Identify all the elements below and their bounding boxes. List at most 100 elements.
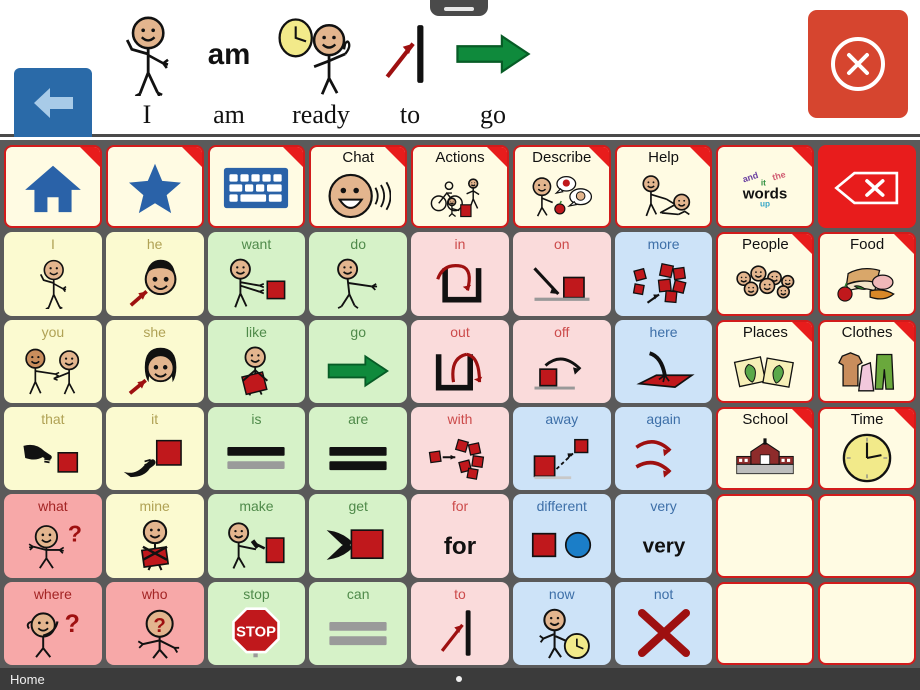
stop-sign-icon: STOP — [210, 603, 304, 663]
grid-cell-it[interactable]: it — [105, 407, 204, 491]
grid-cell-like[interactable]: like — [207, 319, 306, 403]
grid-cell-label: now — [548, 585, 575, 602]
grid-cell-is[interactable]: is — [207, 407, 306, 491]
grid-cell-who[interactable]: who ? — [105, 581, 204, 665]
sentence-display[interactable]: Iam am ready to go — [105, 4, 539, 132]
person-pointing-self-icon — [111, 10, 183, 98]
grid-cell-label: do — [350, 236, 366, 253]
svg-text:?: ? — [68, 521, 82, 547]
folder-corner-icon — [283, 147, 304, 167]
grid-cell-describe[interactable]: Describe — [512, 145, 611, 229]
grid-cell-can[interactable]: can — [309, 581, 408, 665]
grid-cell-now[interactable]: now — [512, 581, 611, 665]
grid-cell-label: Time — [850, 411, 884, 428]
grid-cell-go[interactable]: go — [309, 319, 408, 403]
close-circle-icon — [831, 37, 885, 91]
grid-cell-mine[interactable]: mine — [105, 494, 204, 578]
grid-cell-she[interactable]: she — [105, 319, 204, 403]
person-hammer-block-icon — [210, 515, 304, 575]
grid-cell-chat[interactable]: Chat — [309, 145, 408, 229]
grid-cell-very[interactable]: very very — [614, 494, 713, 578]
grid-cell-food[interactable]: Food — [818, 232, 916, 316]
grid-cell-away[interactable]: away — [512, 407, 611, 491]
equals-black-black-icon — [311, 428, 405, 488]
grid-cell-get[interactable]: get — [309, 494, 408, 578]
grid-cell-time[interactable]: Time — [818, 407, 916, 491]
green-right-arrow-icon — [311, 341, 405, 401]
grid-cell-label: very — [650, 498, 677, 515]
back-button[interactable] — [14, 68, 92, 137]
grid-cell-do[interactable]: do — [309, 232, 408, 316]
grid-cell-label: make — [239, 498, 274, 515]
grid-cell-i[interactable]: I — [4, 232, 102, 316]
grid-cell-label: you — [41, 323, 65, 340]
grid-cell-where[interactable]: where ? — [4, 581, 102, 665]
maps-icon-icon — [718, 341, 812, 401]
grid-cell-are[interactable]: are — [309, 407, 408, 491]
grid-cell-want[interactable]: want — [207, 232, 306, 316]
grid-cell-words-cloud[interactable]: and it the words up — [716, 145, 815, 229]
grid-cell-label: again — [646, 411, 681, 427]
boy-face-arrow-icon — [108, 253, 202, 313]
folder-corner-icon — [79, 147, 100, 167]
grid-cell-that[interactable]: that — [4, 407, 102, 491]
grid-cell-again[interactable]: again — [614, 407, 713, 491]
grid-cell-label: get — [348, 498, 368, 515]
grid-cell-label: People — [741, 236, 789, 254]
close-button[interactable] — [808, 10, 908, 118]
grid-cell-label: on — [553, 236, 570, 253]
grid-cell-star-icon[interactable] — [105, 145, 204, 229]
grid-cell-clothes[interactable]: Clothes — [818, 319, 916, 403]
blank-icon — [820, 498, 914, 575]
grid-cell-different[interactable]: different — [512, 494, 611, 578]
arrow-off-block-icon — [515, 341, 609, 401]
grid-cell-off[interactable]: off — [512, 319, 611, 403]
grid-cell-more[interactable]: more — [614, 232, 713, 316]
grid-cell-label: Describe — [532, 149, 592, 166]
grid-cell-label: Chat — [342, 149, 375, 166]
grid-cell-he[interactable]: he — [105, 232, 204, 316]
grid-cell-label: for — [451, 498, 469, 515]
grid-cell-to[interactable]: to — [411, 581, 509, 665]
sentence-word-label: I — [142, 100, 152, 129]
text-very-icon: very — [617, 515, 711, 575]
grid-cell-backspace-icon[interactable] — [818, 145, 916, 229]
grid-cell-actions[interactable]: Actions — [411, 145, 509, 229]
grid-cell-you[interactable]: you — [4, 319, 102, 403]
sentence-word[interactable]: go — [447, 6, 539, 132]
grid-cell-with[interactable]: with — [411, 407, 509, 491]
clothing-items-icon — [820, 341, 914, 401]
grid-cell-make[interactable]: make — [207, 494, 306, 578]
grid-cell-people[interactable]: People — [716, 232, 815, 316]
grid-cell-stop[interactable]: stop STOP — [207, 581, 306, 665]
grid-cell-here[interactable]: here — [614, 319, 713, 403]
hands-grabbing-block-icon — [311, 515, 405, 575]
grid-cell-home-icon[interactable] — [4, 145, 102, 229]
two-people-pointing-icon — [6, 341, 100, 401]
svg-text:am: am — [208, 38, 251, 71]
grid-cell-keyboard-icon[interactable] — [207, 145, 306, 229]
person-reaching-block-icon — [210, 253, 304, 313]
word-am-icon: am — [195, 10, 263, 98]
grid-cell-out[interactable]: out — [411, 319, 509, 403]
sentence-word[interactable]: I — [105, 6, 189, 132]
folder-corner-icon — [894, 234, 914, 255]
grid-cell-for[interactable]: for for — [411, 494, 509, 578]
grid-cell-label: I — [50, 236, 55, 253]
grid-cell-blank — [716, 581, 815, 665]
grid-cell-label: is — [251, 411, 262, 427]
grid-cell-label: can — [346, 585, 370, 602]
grid-cell-places[interactable]: Places — [716, 319, 815, 403]
sentence-word[interactable]: to — [373, 6, 447, 132]
grid-cell-school[interactable]: School — [716, 407, 815, 491]
sentence-word[interactable]: ready — [269, 6, 373, 132]
grid-cell-on[interactable]: on — [512, 232, 611, 316]
grid-cell-in[interactable]: in — [411, 232, 509, 316]
pointing-at-surface-icon — [617, 341, 711, 401]
grid-cell-what[interactable]: what ? — [4, 494, 102, 578]
grid-cell-help[interactable]: Help — [614, 145, 713, 229]
sentence-word[interactable]: am am — [189, 6, 269, 132]
folder-corner-icon — [894, 409, 914, 429]
block-joining-group-icon — [413, 428, 507, 488]
grid-cell-not[interactable]: not — [614, 581, 713, 665]
